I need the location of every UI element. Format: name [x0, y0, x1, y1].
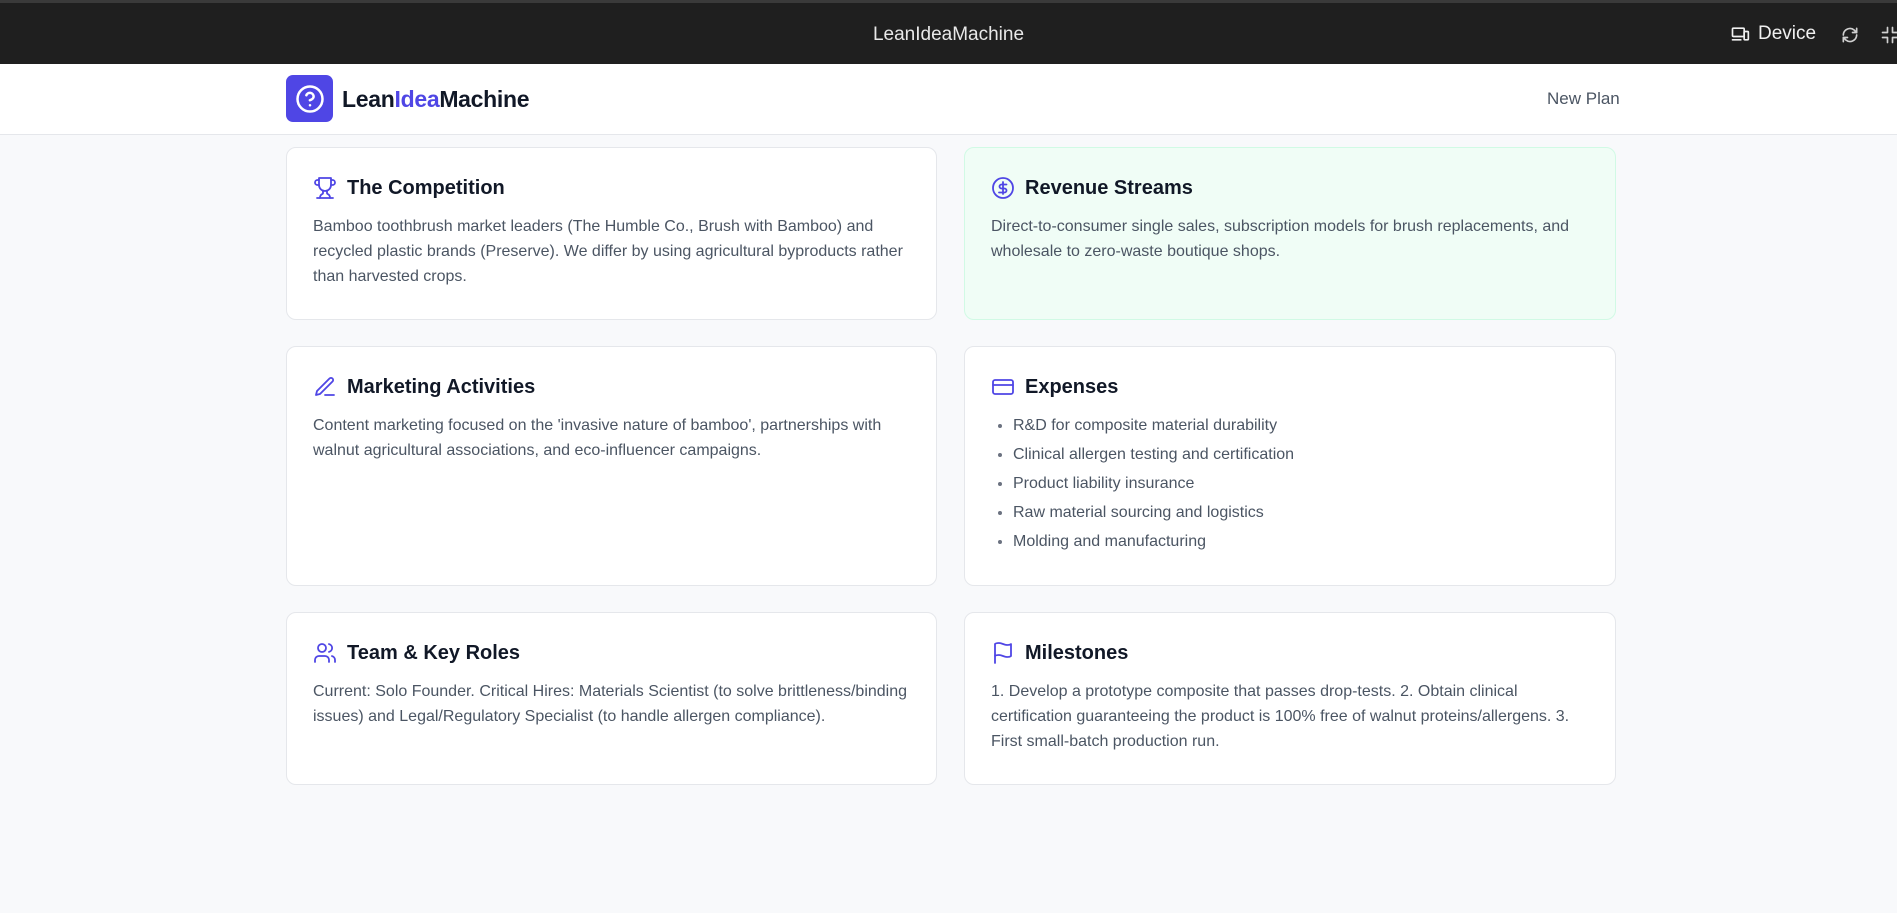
new-plan-link[interactable]: New Plan [1547, 89, 1620, 109]
fullscreen-icon[interactable] [1880, 25, 1897, 45]
competition-header: The Competition [313, 176, 910, 200]
milestones-card: Milestones 1. Develop a prototype compos… [964, 612, 1616, 785]
list-item: Clinical allergen testing and certificat… [1013, 440, 1589, 469]
team-header: Team & Key Roles [313, 641, 910, 665]
list-item: R&D for composite material durability [1013, 411, 1589, 440]
preview-toolbar: LeanIdeaMachine Device [0, 0, 1897, 64]
brand-name[interactable]: LeanIdeaMachine [342, 86, 530, 113]
device-button[interactable]: Device [1730, 23, 1816, 45]
users-icon [314, 643, 336, 663]
expenses-list: R&D for composite material durability Cl… [991, 411, 1589, 556]
device-label: Device [1758, 23, 1817, 44]
list-item: Molding and manufacturing [1013, 527, 1589, 556]
logo[interactable] [286, 75, 333, 122]
team-text: Current: Solo Founder. Critical Hires: M… [313, 683, 908, 725]
revenue-card: Revenue Streams Direct-to-consumer singl… [964, 147, 1616, 320]
team-card: Team & Key Roles Current: Solo Founder. … [286, 612, 937, 785]
marketing-title: Marketing Activities [347, 375, 536, 398]
team-title: Team & Key Roles [347, 641, 521, 664]
brand-part-3: Machine [439, 86, 530, 112]
marketing-text: Content marketing focused on the 'invasi… [313, 417, 882, 459]
competition-text: Bamboo toothbrush market leaders (The Hu… [313, 218, 903, 285]
app-header: LeanIdeaMachine New Plan [0, 64, 1897, 135]
brand-part-2: Idea [394, 86, 440, 112]
expenses-title: Expenses [1025, 375, 1119, 398]
question-circle-icon [295, 84, 324, 113]
revenue-text: Direct-to-consumer single sales, subscri… [991, 218, 1570, 260]
list-item: Raw material sourcing and logistics [1013, 498, 1589, 527]
list-item: Product liability insurance [1013, 469, 1589, 498]
revenue-header: Revenue Streams [991, 176, 1589, 200]
device-icon [1731, 27, 1750, 41]
competition-card: The Competition Bamboo toothbrush market… [286, 147, 937, 320]
milestones-header: Milestones [991, 641, 1589, 665]
trophy-icon [314, 177, 336, 199]
revenue-title: Revenue Streams [1025, 176, 1193, 199]
expenses-card: Expenses R&D for composite material dura… [964, 346, 1616, 586]
expenses-header: Expenses [991, 375, 1589, 399]
dollar-circle-icon [992, 177, 1014, 199]
pencil-icon [315, 377, 335, 396]
milestones-text: 1. Develop a prototype composite that pa… [991, 683, 1570, 750]
rotate-icon[interactable] [1840, 25, 1860, 45]
credit-card-icon [992, 379, 1014, 395]
flag-icon [994, 642, 1012, 664]
marketing-header: Marketing Activities [313, 375, 910, 399]
marketing-card: Marketing Activities Content marketing f… [286, 346, 937, 586]
preview-title: LeanIdeaMachine [872, 24, 1025, 45]
milestones-title: Milestones [1025, 641, 1129, 664]
brand-part-1: Lean [342, 86, 395, 112]
competition-title: The Competition [347, 176, 505, 199]
